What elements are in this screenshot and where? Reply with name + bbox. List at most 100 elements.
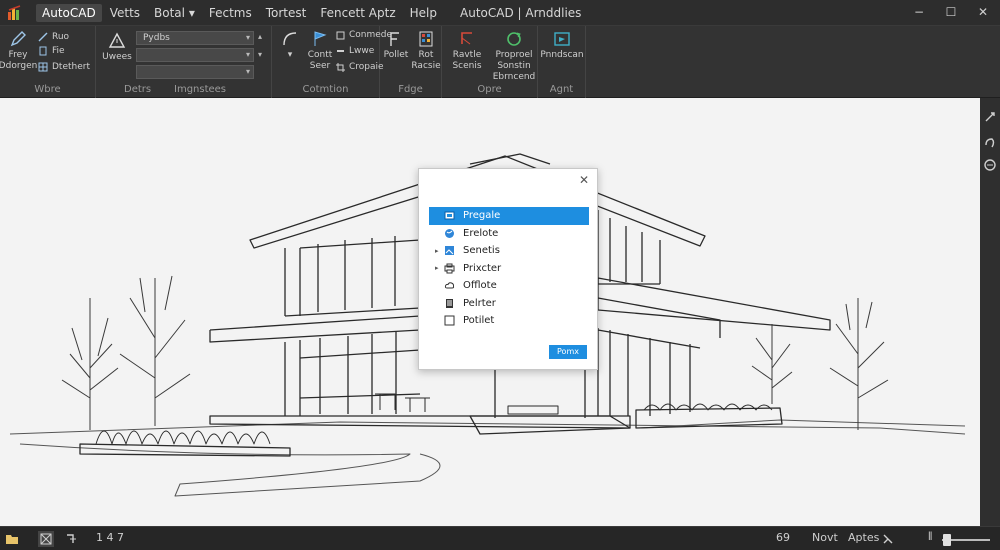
- pnndscan-button[interactable]: Pnndscan: [540, 30, 584, 61]
- dialog-item-potilet[interactable]: Potilet: [429, 312, 589, 330]
- image-icon: [443, 245, 455, 257]
- dialog-item-label: Prixcter: [463, 262, 502, 274]
- triangle-icon: [108, 32, 126, 48]
- frey-ddorgen-button[interactable]: Frey Ddorgen: [0, 30, 37, 72]
- rot-racsie-button[interactable]: Rot Racsie: [411, 30, 441, 72]
- grid-icon: [38, 62, 48, 72]
- status-bar: 1 4 7 69 Novt Aptes ǁ: [0, 526, 1000, 550]
- pollet-button[interactable]: Pollet: [382, 30, 410, 61]
- dialog-item-prixcter[interactable]: ▸ Prixcter: [429, 260, 589, 278]
- menu-item-tortest[interactable]: Tortest: [260, 4, 313, 22]
- close-icon[interactable]: ✕: [579, 173, 589, 187]
- style-combo[interactable]: Pydbs ▾: [136, 31, 254, 45]
- view-icon: [554, 32, 570, 46]
- printer-icon: [443, 262, 455, 274]
- ribbon-panel-open: Ravtle Scenis Proproel Sonstin Ebrncend …: [442, 26, 538, 98]
- globe-icon: [443, 227, 455, 239]
- dialog-item-label: Potilet: [463, 315, 495, 327]
- linetype-combo[interactable]: ▾: [136, 65, 254, 79]
- proproel-sonstin-button[interactable]: Proproel Sonstin Ebrncend: [492, 30, 536, 83]
- menu-item-vetts[interactable]: Vetts: [104, 4, 146, 22]
- expand-arrow-icon[interactable]: ▸: [435, 264, 443, 272]
- pencil-icon: [10, 31, 26, 47]
- coordinates-readout: 1 4 7: [96, 531, 124, 544]
- panel-label-annotation: Cotmtion: [302, 84, 349, 95]
- pen-tool-icon: [390, 32, 399, 46]
- window-controls: − ☐ ✕: [908, 3, 994, 21]
- zoom-separator: ǁ: [928, 531, 933, 541]
- lwwe-button[interactable]: Lwwe: [336, 46, 374, 56]
- folder-icon[interactable]: [4, 531, 20, 547]
- panel-label-page: Fdge: [398, 84, 423, 95]
- uwees-button[interactable]: Uwees: [102, 32, 132, 63]
- dialog-item-pelrter[interactable]: Pelrter: [429, 295, 589, 313]
- crop-icon: [336, 62, 345, 72]
- maximize-button[interactable]: ☐: [940, 3, 962, 21]
- dialog-item-pregale[interactable]: Pregale: [429, 207, 589, 225]
- document-icon: [443, 297, 455, 309]
- drawing-canvas[interactable]: ✕ Pregale Erelote ▸ Senetis ▸ Prixcter O…: [0, 98, 980, 526]
- ruler-icon: [461, 32, 472, 45]
- refresh-icon: [507, 32, 521, 46]
- dialog-list: Pregale Erelote ▸ Senetis ▸ Prixcter Off…: [429, 207, 589, 330]
- menu-item-fectms[interactable]: Fectms: [203, 4, 258, 22]
- ravtle-scenis-button[interactable]: Ravtle Scenis: [448, 30, 486, 72]
- dialog-item-senetis[interactable]: ▸ Senetis: [429, 242, 589, 260]
- fie-button[interactable]: Fie: [38, 46, 65, 56]
- zoom-extents-icon[interactable]: [983, 158, 997, 172]
- zoom-slider-thumb[interactable]: [942, 534, 951, 546]
- ribbon-panel-draw: Frey Ddorgen Ruo Fie Dtethert Wbre: [0, 26, 96, 98]
- cloud-icon: [443, 280, 455, 292]
- close-window-button[interactable]: ✕: [972, 3, 994, 21]
- ribbon-panel-data: Uwees Pydbs ▾ ▾ ▾ ▴ ▾ Detrs Imgnstees: [96, 26, 272, 98]
- grid-snap-icon[interactable]: [38, 531, 54, 547]
- panel-label-open: Opre: [477, 84, 502, 95]
- settings-icon[interactable]: [880, 531, 896, 547]
- orbit-icon[interactable]: [983, 136, 997, 150]
- dialog-item-label: Pelrter: [463, 297, 496, 309]
- ribbon-button-label: Uwees: [102, 52, 132, 62]
- folder-icon: [443, 210, 455, 222]
- menu-item-botal[interactable]: Botal ▾: [148, 4, 201, 22]
- ribbon: Frey Ddorgen Ruo Fie Dtethert Wbre Uwees: [0, 26, 1000, 98]
- panel-sublabel-data: Imgnstees: [174, 84, 227, 95]
- panel-label-apply: Agnt: [549, 84, 574, 95]
- expand-arrow-icon[interactable]: ▸: [435, 247, 443, 255]
- panel-label-draw: Wbre: [34, 84, 61, 95]
- ruo-button[interactable]: Ruo: [38, 32, 69, 42]
- flag-icon: [314, 31, 327, 46]
- ribbon-button-label: Lwwe: [349, 46, 375, 56]
- ortho-icon[interactable]: [64, 531, 80, 547]
- layer-combo[interactable]: ▾: [136, 48, 254, 62]
- checkbox-icon[interactable]: [443, 315, 455, 327]
- cropaie-button[interactable]: Cropaie: [336, 62, 384, 72]
- arc-button[interactable]: ▾: [276, 30, 304, 61]
- menu-bar: AutoCAD Vetts Botal ▾ Fectms Tortest Fen…: [36, 4, 443, 22]
- dialog-item-erelote[interactable]: Erelote: [429, 225, 589, 243]
- minimize-button[interactable]: −: [908, 3, 930, 21]
- ok-button[interactable]: Pomx: [549, 345, 587, 359]
- ribbon-button-label: Rot Racsie: [411, 50, 441, 71]
- contt-seer-button[interactable]: Contt Seer: [306, 30, 334, 72]
- menu-item-fencett-aptz[interactable]: Fencett Aptz: [314, 4, 401, 22]
- dialog-item-label: Pregale: [463, 210, 501, 222]
- ribbon-button-label: Pnndscan: [540, 50, 584, 60]
- ribbon-button-label: Pollet: [383, 50, 409, 60]
- menu-item-autocad[interactable]: AutoCAD: [36, 4, 102, 22]
- line-weight-icon: [337, 49, 344, 52]
- pan-icon[interactable]: [983, 110, 997, 124]
- menu-item-help[interactable]: Help: [404, 4, 443, 22]
- ribbon-button-label: Proproel Sonstin Ebrncend: [492, 50, 536, 82]
- ribbon-panel-apply: Pnndscan Agnt: [538, 26, 586, 98]
- dtethert-button[interactable]: Dtethert: [38, 62, 90, 72]
- aptes-label[interactable]: Aptes: [848, 531, 879, 544]
- ribbon-panel-annotation: ▾ Contt Seer Conmede Lwwe Cropaie Cotmti…: [272, 26, 392, 98]
- spin-down-icon[interactable]: ▾: [258, 50, 262, 59]
- app-logo-icon[interactable]: [6, 4, 24, 22]
- dialog-item-label: Erelote: [463, 227, 499, 239]
- dialog-item-offlote[interactable]: Offlote: [429, 277, 589, 295]
- next-label[interactable]: Novt: [812, 531, 838, 544]
- ribbon-panel-page: Pollet Rot Racsie Fdge: [380, 26, 442, 98]
- spin-up-icon[interactable]: ▴: [258, 32, 262, 41]
- dialog-item-label: Offlote: [463, 280, 497, 292]
